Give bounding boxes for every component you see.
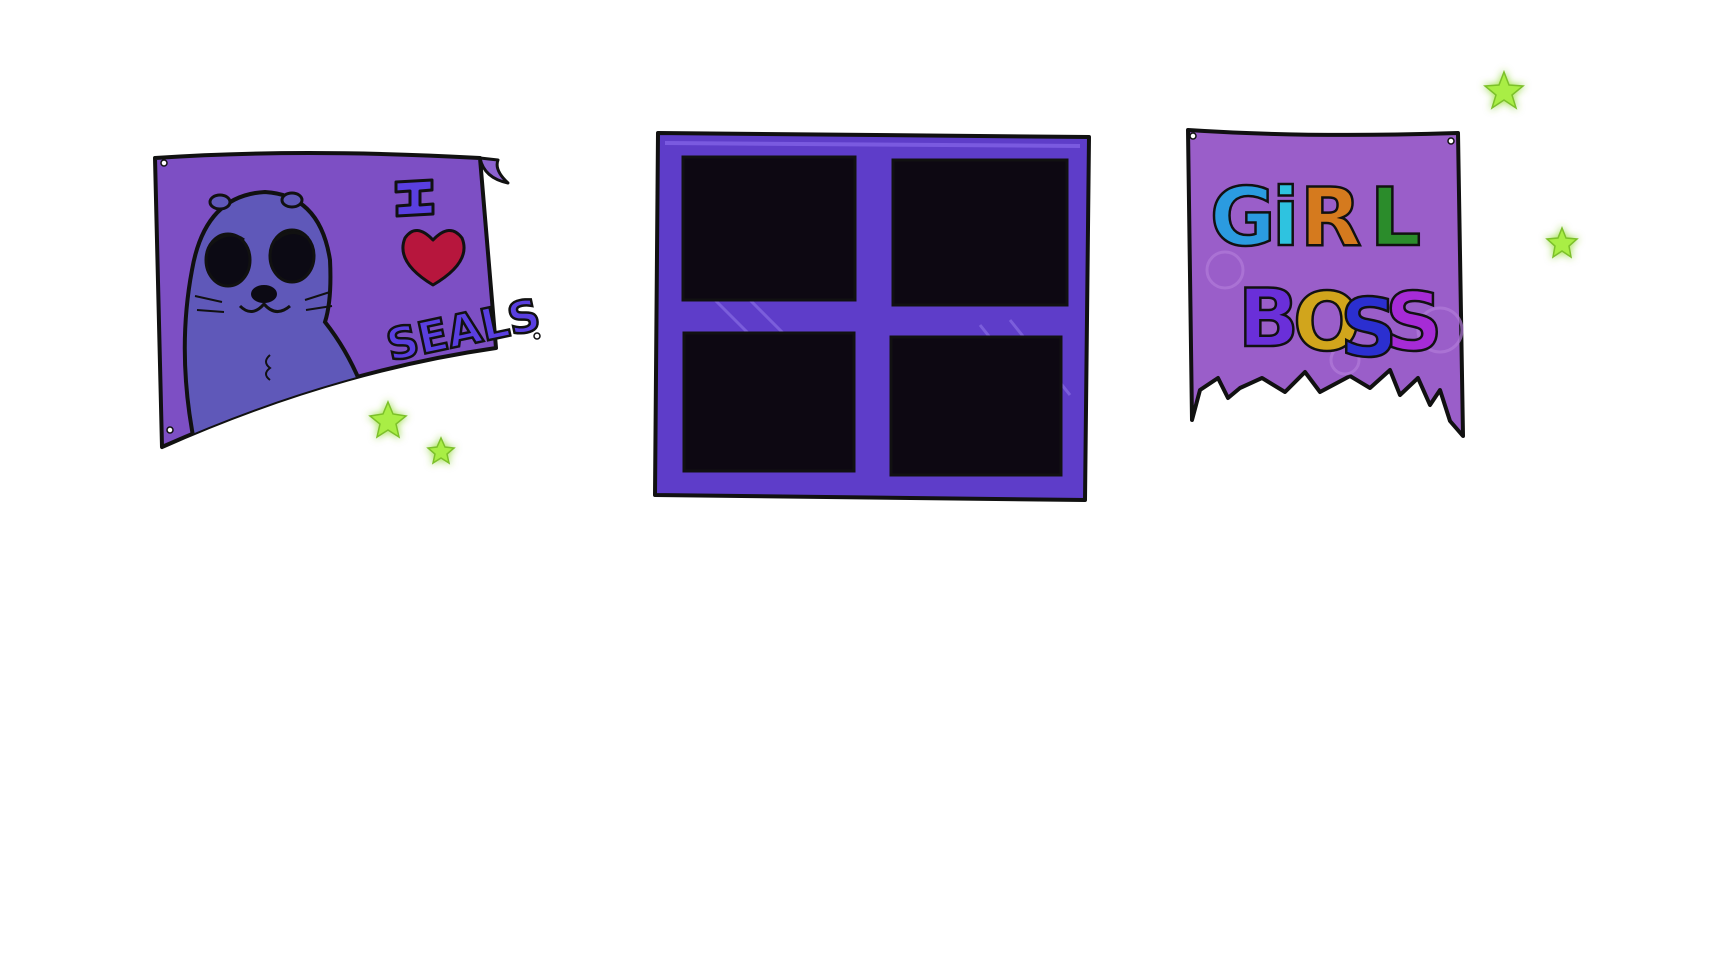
boss-text: B O S S bbox=[1237, 271, 1444, 377]
girlboss-poster[interactable]: G i R L B O S S bbox=[1186, 128, 1465, 438]
pin-icon bbox=[1447, 137, 1455, 145]
game-scene: SEALS G i R L B O S S bbox=[0, 0, 1729, 955]
window-pane-bottom-left bbox=[682, 331, 856, 473]
window-pane-top-left bbox=[681, 155, 857, 302]
star-icon bbox=[1545, 225, 1579, 259]
svg-text:i: i bbox=[1272, 171, 1299, 264]
star-icon bbox=[368, 400, 408, 439]
star-icon bbox=[426, 436, 456, 465]
pin-icon bbox=[533, 332, 541, 340]
svg-text:L: L bbox=[1370, 171, 1421, 264]
svg-text:R: R bbox=[1300, 171, 1362, 264]
scene-canvas: SEALS G i R L B O S S bbox=[153, 69, 1579, 502]
svg-text:S: S bbox=[1385, 276, 1443, 369]
seal-poster[interactable]: SEALS bbox=[153, 151, 546, 460]
girl-text: G i R L bbox=[1209, 170, 1422, 266]
pin-icon bbox=[166, 426, 174, 434]
window-pane-bottom-right bbox=[889, 335, 1063, 477]
star-icon bbox=[1483, 69, 1525, 110]
pin-icon bbox=[160, 159, 168, 167]
pin-icon bbox=[1189, 132, 1197, 140]
svg-text:B: B bbox=[1238, 272, 1299, 365]
seal-poster-curl bbox=[478, 156, 510, 185]
window[interactable] bbox=[653, 131, 1091, 502]
window-pane-top-right bbox=[891, 158, 1069, 307]
svg-text:G: G bbox=[1210, 171, 1276, 264]
